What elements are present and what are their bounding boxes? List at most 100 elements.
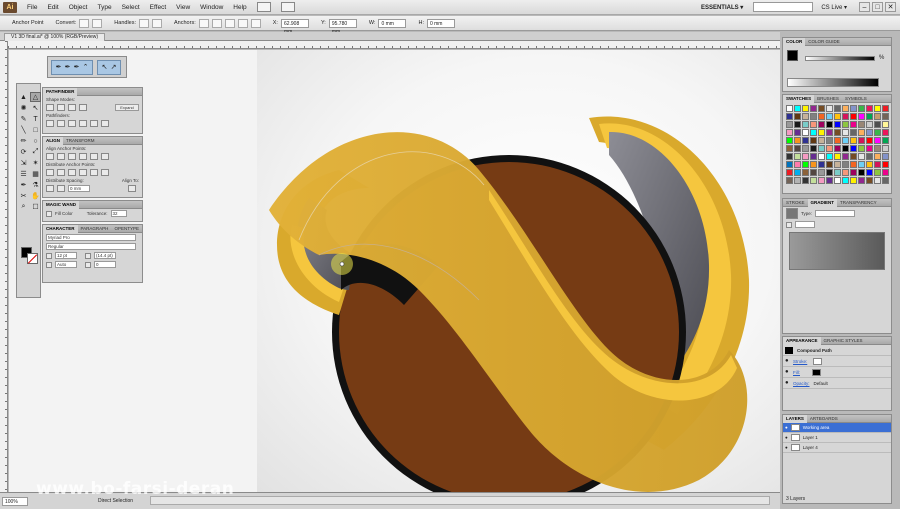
swatch[interactable] xyxy=(842,153,849,160)
swatch[interactable] xyxy=(874,153,881,160)
scale-tool-icon[interactable]: ⤢ xyxy=(30,147,41,157)
hide-handles-button[interactable] xyxy=(152,18,163,28)
trim-icon[interactable] xyxy=(57,120,65,127)
gradient-type-select[interactable] xyxy=(815,210,856,217)
swatch[interactable] xyxy=(874,145,881,152)
angle-field[interactable] xyxy=(795,221,815,228)
swatch[interactable] xyxy=(802,113,809,120)
layer-row[interactable]: ● Layer 1 xyxy=(783,433,891,443)
swatch[interactable] xyxy=(842,137,849,144)
tab-align[interactable]: ALIGN xyxy=(43,136,63,145)
swatch[interactable] xyxy=(810,177,817,184)
menu-view[interactable]: View xyxy=(176,4,190,11)
swatch[interactable] xyxy=(786,113,793,120)
swatch[interactable] xyxy=(834,129,841,136)
swatch[interactable] xyxy=(850,169,857,176)
stroke-link[interactable]: Stroke: xyxy=(793,359,807,364)
distribute-right-icon[interactable] xyxy=(101,169,109,176)
swatch[interactable] xyxy=(874,105,881,112)
swatch[interactable] xyxy=(794,145,801,152)
swatch[interactable] xyxy=(866,145,873,152)
color-fill-swatch[interactable] xyxy=(787,50,798,61)
minus-front-icon[interactable] xyxy=(57,104,65,111)
swatch[interactable] xyxy=(834,153,841,160)
swatch[interactable] xyxy=(874,121,881,128)
swatch[interactable] xyxy=(810,153,817,160)
tab-transform[interactable]: TRANSFORM xyxy=(63,138,98,143)
swatch[interactable] xyxy=(858,177,865,184)
swatch[interactable] xyxy=(794,153,801,160)
opacity-link[interactable]: Opacity: xyxy=(793,381,810,386)
swatch[interactable] xyxy=(850,121,857,128)
distribute-left-icon[interactable] xyxy=(79,169,87,176)
selection-tool-icon[interactable]: ▲ xyxy=(18,92,29,102)
swatch[interactable] xyxy=(874,129,881,136)
align-top-icon[interactable] xyxy=(79,153,87,160)
horizontal-spacing-icon[interactable] xyxy=(57,185,65,192)
type-tool-icon[interactable]: T xyxy=(30,114,41,124)
menu-type[interactable]: Type xyxy=(97,4,111,11)
swatch[interactable] xyxy=(786,161,793,168)
swatch[interactable] xyxy=(818,105,825,112)
fill-color-swatch[interactable] xyxy=(812,368,821,376)
swatch[interactable] xyxy=(802,153,809,160)
swatch[interactable] xyxy=(818,129,825,136)
exclude-icon[interactable] xyxy=(79,104,87,111)
swatch[interactable] xyxy=(794,177,801,184)
font-style-select[interactable]: Regular xyxy=(46,243,136,250)
swatch[interactable] xyxy=(802,121,809,128)
remove-anchor-button[interactable] xyxy=(198,18,209,28)
swatch[interactable] xyxy=(858,121,865,128)
layer-name[interactable]: Layer 4 xyxy=(803,445,818,450)
swatch[interactable] xyxy=(818,161,825,168)
swatch[interactable] xyxy=(826,137,833,144)
y-field[interactable]: 95.780 mm xyxy=(328,18,357,35)
swatch[interactable] xyxy=(834,177,841,184)
swatch[interactable] xyxy=(826,129,833,136)
swatch[interactable] xyxy=(834,113,841,120)
swatch[interactable] xyxy=(842,145,849,152)
swatch[interactable] xyxy=(826,169,833,176)
swatch[interactable] xyxy=(794,105,801,112)
tab-swatches[interactable]: SWATCHES xyxy=(783,94,815,103)
swatch[interactable] xyxy=(802,105,809,112)
vertical-ruler[interactable] xyxy=(0,41,8,492)
swatch[interactable] xyxy=(866,177,873,184)
tab-graphic-styles[interactable]: GRAPHIC STYLES xyxy=(821,338,866,343)
delete-anchor-icon[interactable]: ✒ xyxy=(72,62,81,73)
swatch[interactable] xyxy=(818,121,825,128)
eyedropper-tool-icon[interactable]: ✒ xyxy=(18,180,29,190)
swatch[interactable] xyxy=(842,169,849,176)
swatch[interactable] xyxy=(802,145,809,152)
align-right-icon[interactable] xyxy=(68,153,76,160)
convert-corner-button[interactable] xyxy=(79,18,90,28)
symbol-sprayer-tool-icon[interactable]: ✶ xyxy=(30,158,41,168)
divide-icon[interactable] xyxy=(46,120,54,127)
free-transform-tool-icon[interactable]: ⇲ xyxy=(18,158,29,168)
font-size-field[interactable]: 12 pt xyxy=(55,252,77,259)
swatch[interactable] xyxy=(866,161,873,168)
swatch[interactable] xyxy=(802,169,809,176)
swatch[interactable] xyxy=(866,121,873,128)
merge-icon[interactable] xyxy=(68,120,76,127)
swatch[interactable] xyxy=(882,145,889,152)
swatch[interactable] xyxy=(810,145,817,152)
swatch[interactable] xyxy=(834,161,841,168)
swatch[interactable] xyxy=(858,161,865,168)
swatch[interactable] xyxy=(882,121,889,128)
color-slider[interactable] xyxy=(805,56,875,61)
stroke-swatch[interactable] xyxy=(27,253,38,264)
swatch[interactable] xyxy=(866,137,873,144)
bridge-icon[interactable] xyxy=(256,2,271,12)
layer-name[interactable]: Layer 1 xyxy=(803,435,818,440)
align-center-icon[interactable] xyxy=(57,153,65,160)
swatch[interactable] xyxy=(802,161,809,168)
menu-help[interactable]: Help xyxy=(233,4,246,11)
x-field[interactable]: 62.908 mm xyxy=(280,18,309,35)
vertical-spacing-icon[interactable] xyxy=(46,185,54,192)
crop-icon[interactable] xyxy=(79,120,87,127)
align-bottom-icon[interactable] xyxy=(101,153,109,160)
swatch[interactable] xyxy=(786,145,793,152)
fill-color-checkbox[interactable] xyxy=(46,210,52,217)
menu-file[interactable]: File xyxy=(27,4,37,11)
